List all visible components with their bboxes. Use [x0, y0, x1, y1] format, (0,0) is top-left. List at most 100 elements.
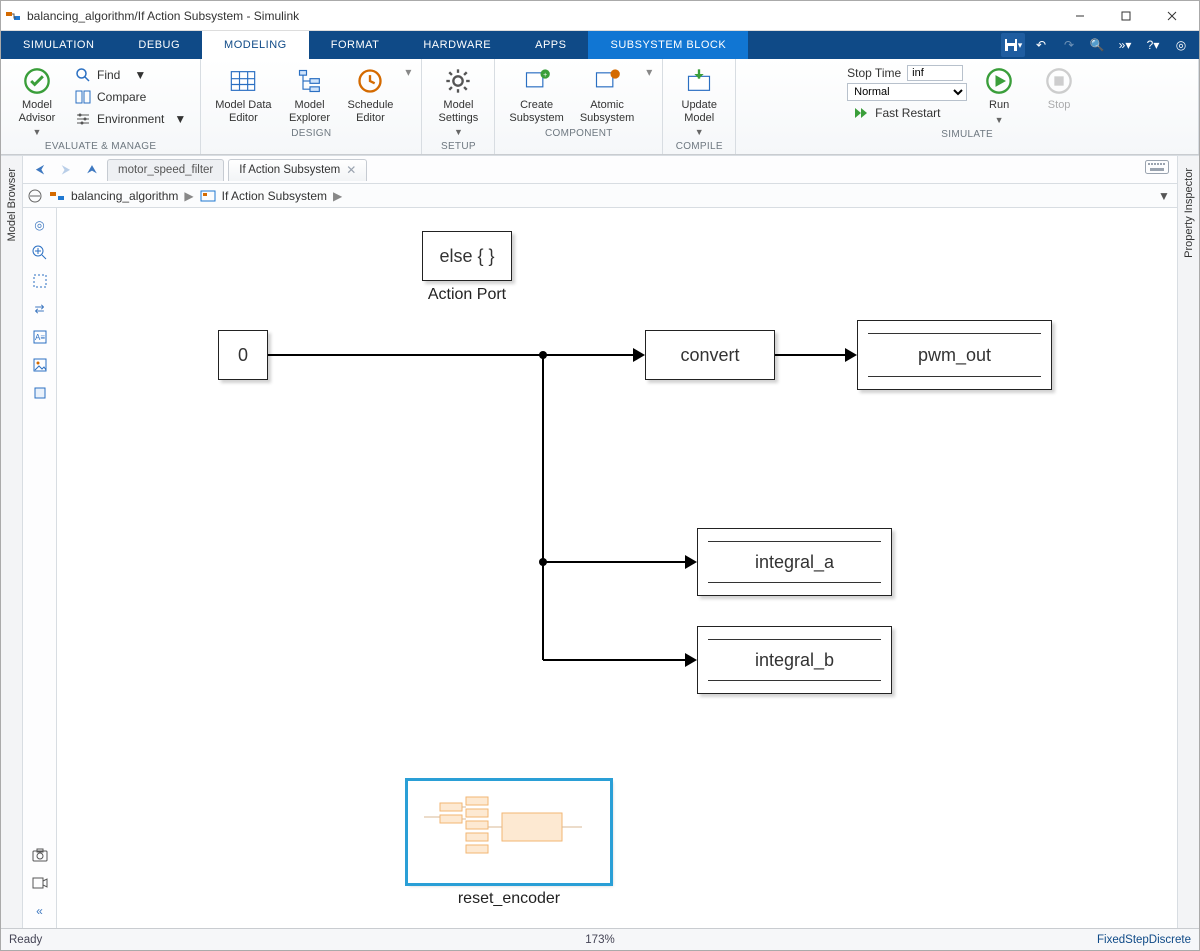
- undo-icon[interactable]: ↶: [1029, 33, 1053, 57]
- annotation-icon[interactable]: A≡: [27, 324, 53, 350]
- stop-button[interactable]: Stop: [1031, 65, 1087, 114]
- chevron-down-icon: ▼: [454, 128, 463, 137]
- image-icon[interactable]: [27, 352, 53, 378]
- play-icon: [985, 67, 1013, 95]
- toggle-sample-time-icon[interactable]: ⇄: [27, 296, 53, 322]
- run-button[interactable]: Run ▼: [971, 65, 1027, 127]
- svg-text:+: +: [543, 72, 547, 79]
- wire: [543, 659, 685, 661]
- close-button[interactable]: [1149, 1, 1195, 31]
- tab-format[interactable]: FORMAT: [309, 31, 402, 59]
- keyboard-icon: [1145, 160, 1169, 177]
- property-inspector-rail[interactable]: Property Inspector: [1177, 156, 1199, 928]
- subsystem-thumbnail-icon: [414, 787, 604, 877]
- block-pwm-out[interactable]: pwm_out: [857, 320, 1052, 390]
- clock-icon: [356, 67, 384, 95]
- titlebar: balancing_algorithm/If Action Subsystem …: [1, 1, 1199, 31]
- compare-button[interactable]: Compare: [69, 87, 192, 107]
- model-settings-button[interactable]: Model Settings ▼: [430, 65, 486, 139]
- doc-navbar: ⮜ ⮞ ⮝ motor_speed_filter If Action Subsy…: [23, 156, 1177, 184]
- subsystem-create-icon: +: [523, 67, 551, 95]
- back-icon[interactable]: ⮜: [29, 160, 51, 180]
- block-action-port-label: Action Port: [387, 286, 547, 304]
- block-constant[interactable]: 0: [218, 330, 268, 380]
- component-more-dropdown[interactable]: ▾: [644, 65, 654, 79]
- ribbon-tabs: SIMULATION DEBUG MODELING FORMAT HARDWAR…: [1, 31, 1199, 59]
- block-integral-a[interactable]: integral_a: [697, 528, 892, 596]
- status-solver[interactable]: FixedStepDiscrete: [1097, 934, 1191, 946]
- status-zoom[interactable]: 173%: [585, 934, 614, 946]
- update-model-button[interactable]: Update Model ▼: [671, 65, 727, 139]
- arrow-icon: [685, 653, 697, 667]
- tab-subsystem-block[interactable]: SUBSYSTEM BLOCK: [588, 31, 748, 59]
- fit-to-view-icon[interactable]: [27, 268, 53, 294]
- target-icon[interactable]: ◎: [1169, 33, 1193, 57]
- collapse-icon[interactable]: «: [27, 898, 53, 924]
- wire: [543, 354, 633, 356]
- environment-button[interactable]: Environment▼: [69, 109, 192, 129]
- gear-icon: [444, 67, 472, 95]
- search-icon[interactable]: 🔍: [1085, 33, 1109, 57]
- fast-restart-button[interactable]: Fast Restart: [847, 103, 967, 123]
- doc-tab-motor-speed-filter[interactable]: motor_speed_filter: [107, 159, 224, 181]
- model-explorer-button[interactable]: Model Explorer: [282, 65, 338, 126]
- simulation-mode-select[interactable]: Normal: [847, 83, 967, 101]
- redo-icon[interactable]: ↷: [1057, 33, 1081, 57]
- snapshot-icon[interactable]: [27, 842, 53, 868]
- toolstrip: Model Advisor ▼ Find▼ Compare Environmen…: [1, 59, 1199, 155]
- schedule-editor-button[interactable]: Schedule Editor: [342, 65, 400, 126]
- overflow-icon[interactable]: »▾: [1113, 33, 1137, 57]
- zoom-in-icon[interactable]: [27, 240, 53, 266]
- client-area: Model Browser ⮜ ⮞ ⮝ motor_speed_filter I…: [1, 155, 1199, 928]
- tab-hardware[interactable]: HARDWARE: [401, 31, 513, 59]
- group-simulate: Stop Time Normal Fast Restart Run ▼: [736, 59, 1199, 154]
- model-advisor-button[interactable]: Model Advisor ▼: [9, 65, 65, 139]
- subsystem-icon: [200, 188, 216, 204]
- create-subsystem-button[interactable]: + Create Subsystem: [503, 65, 569, 126]
- wire: [542, 355, 544, 660]
- wire: [775, 354, 845, 356]
- doc-tab-if-action-subsystem[interactable]: If Action Subsystem ✕: [228, 159, 367, 181]
- compare-icon: [75, 89, 91, 105]
- chevron-down-icon: ▼: [695, 128, 704, 137]
- model-data-editor-button[interactable]: Model Data Editor: [209, 65, 277, 126]
- area-icon[interactable]: [27, 380, 53, 406]
- record-icon[interactable]: [27, 870, 53, 896]
- block-reset-encoder[interactable]: [407, 780, 611, 884]
- group-design: Model Data Editor Model Explorer Schedul…: [201, 59, 422, 154]
- wire: [268, 354, 543, 356]
- block-convert[interactable]: convert: [645, 330, 775, 380]
- model-browser-label: Model Browser: [6, 168, 18, 241]
- tab-debug[interactable]: DEBUG: [116, 31, 202, 59]
- arrow-icon: [845, 348, 857, 362]
- save-icon[interactable]: ▾: [1001, 33, 1025, 57]
- chevron-down-icon: ▼: [33, 128, 42, 137]
- minimize-button[interactable]: [1057, 1, 1103, 31]
- breadcrumb-dropdown[interactable]: ▼: [1155, 189, 1173, 203]
- block-action-port[interactable]: else { }: [422, 231, 512, 281]
- tab-apps[interactable]: APPS: [513, 31, 588, 59]
- close-tab-icon[interactable]: ✕: [346, 163, 356, 177]
- atomic-subsystem-button[interactable]: Atomic Subsystem: [574, 65, 640, 126]
- group-setup: Model Settings ▼ SETUP: [422, 59, 495, 154]
- tab-simulation[interactable]: SIMULATION: [1, 31, 116, 59]
- maximize-button[interactable]: [1103, 1, 1149, 31]
- block-integral-b[interactable]: integral_b: [697, 626, 892, 694]
- breadcrumb-root[interactable]: balancing_algorithm: [71, 189, 178, 203]
- search-icon: [75, 67, 91, 83]
- design-more-dropdown[interactable]: ▾: [403, 65, 413, 79]
- model-browser-rail[interactable]: Model Browser: [1, 156, 23, 928]
- update-icon: [685, 67, 713, 95]
- hide-browser-icon[interactable]: [27, 188, 43, 204]
- explorer-bar-auto-icon[interactable]: ◎: [27, 212, 53, 238]
- up-icon[interactable]: ⮝: [81, 160, 103, 180]
- stop-time-input[interactable]: [907, 65, 963, 81]
- group-component: + Create Subsystem Atomic Subsystem ▾ CO…: [495, 59, 663, 154]
- help-icon[interactable]: ?▾: [1141, 33, 1165, 57]
- canvas[interactable]: else { } Action Port 0 convert pwm_out: [57, 208, 1177, 928]
- find-button[interactable]: Find▼: [69, 65, 192, 85]
- breadcrumb-leaf[interactable]: If Action Subsystem: [222, 189, 327, 203]
- forward-icon[interactable]: ⮞: [55, 160, 77, 180]
- tab-modeling[interactable]: MODELING: [202, 31, 309, 59]
- property-inspector-label: Property Inspector: [1183, 168, 1195, 258]
